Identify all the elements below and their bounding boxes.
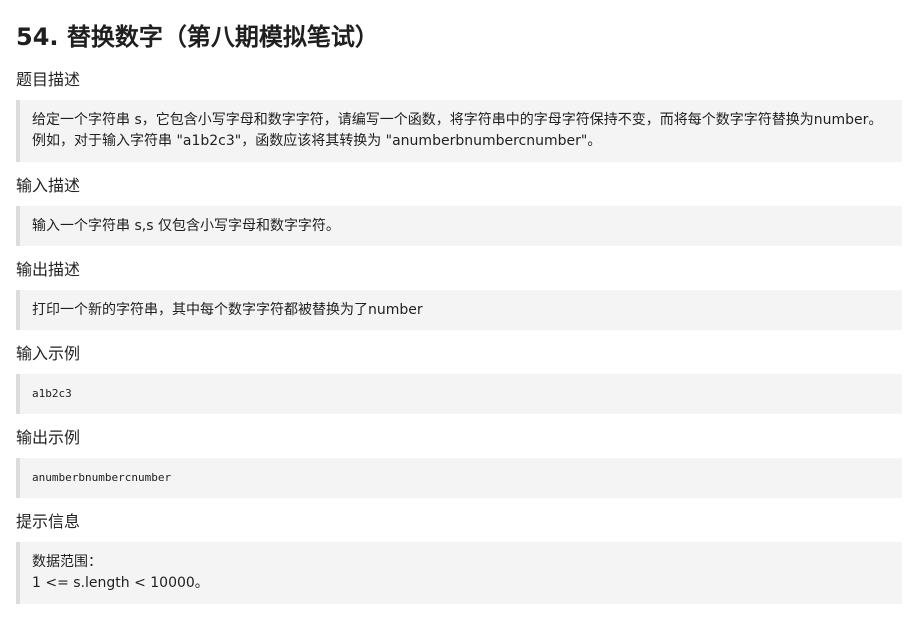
output-description-block: 打印一个新的字符串，其中每个数字字符都被替换为了number bbox=[16, 290, 902, 330]
hint-line-1: 数据范围： bbox=[32, 554, 102, 570]
hint-block: 数据范围： 1 <= s.length < 10000。 bbox=[16, 542, 902, 604]
output-description-heading: 输出描述 bbox=[16, 260, 81, 279]
description-line-2: 例如，对于输入字符串 "a1b2c3"，函数应该将其转换为 "anumberbn… bbox=[32, 133, 602, 149]
description-block: 给定一个字符串 s，它包含小写字母和数字字符，请编写一个函数，将字符串中的字母字… bbox=[16, 100, 902, 162]
input-example-code: a1b2c3 bbox=[32, 387, 72, 400]
input-description-block: 输入一个字符串 s,s 仅包含小写字母和数字字符。 bbox=[16, 206, 902, 246]
input-example-heading: 输入示例 bbox=[16, 344, 81, 363]
input-example-code-block: a1b2c3 bbox=[16, 374, 902, 414]
output-example-code-block: anumberbnumbercnumber bbox=[16, 458, 902, 498]
output-example-heading: 输出示例 bbox=[16, 428, 81, 447]
hint-heading: 提示信息 bbox=[16, 512, 81, 531]
description-heading: 题目描述 bbox=[16, 70, 81, 89]
problem-title: 54. 替换数字（第八期模拟笔试） bbox=[16, 23, 379, 51]
output-description-text: 打印一个新的字符串，其中每个数字字符都被替换为了number bbox=[32, 302, 423, 318]
hint-line-2: 1 <= s.length < 10000。 bbox=[32, 575, 209, 591]
description-line-1: 给定一个字符串 s，它包含小写字母和数字字符，请编写一个函数，将字符串中的字母字… bbox=[32, 112, 883, 128]
input-description-text: 输入一个字符串 s,s 仅包含小写字母和数字字符。 bbox=[32, 218, 340, 234]
input-description-heading: 输入描述 bbox=[16, 176, 81, 195]
output-example-code: anumberbnumbercnumber bbox=[32, 471, 172, 484]
problem-page: 54. 替换数字（第八期模拟笔试） 题目描述 给定一个字符串 s，它包含小写字母… bbox=[0, 0, 920, 604]
